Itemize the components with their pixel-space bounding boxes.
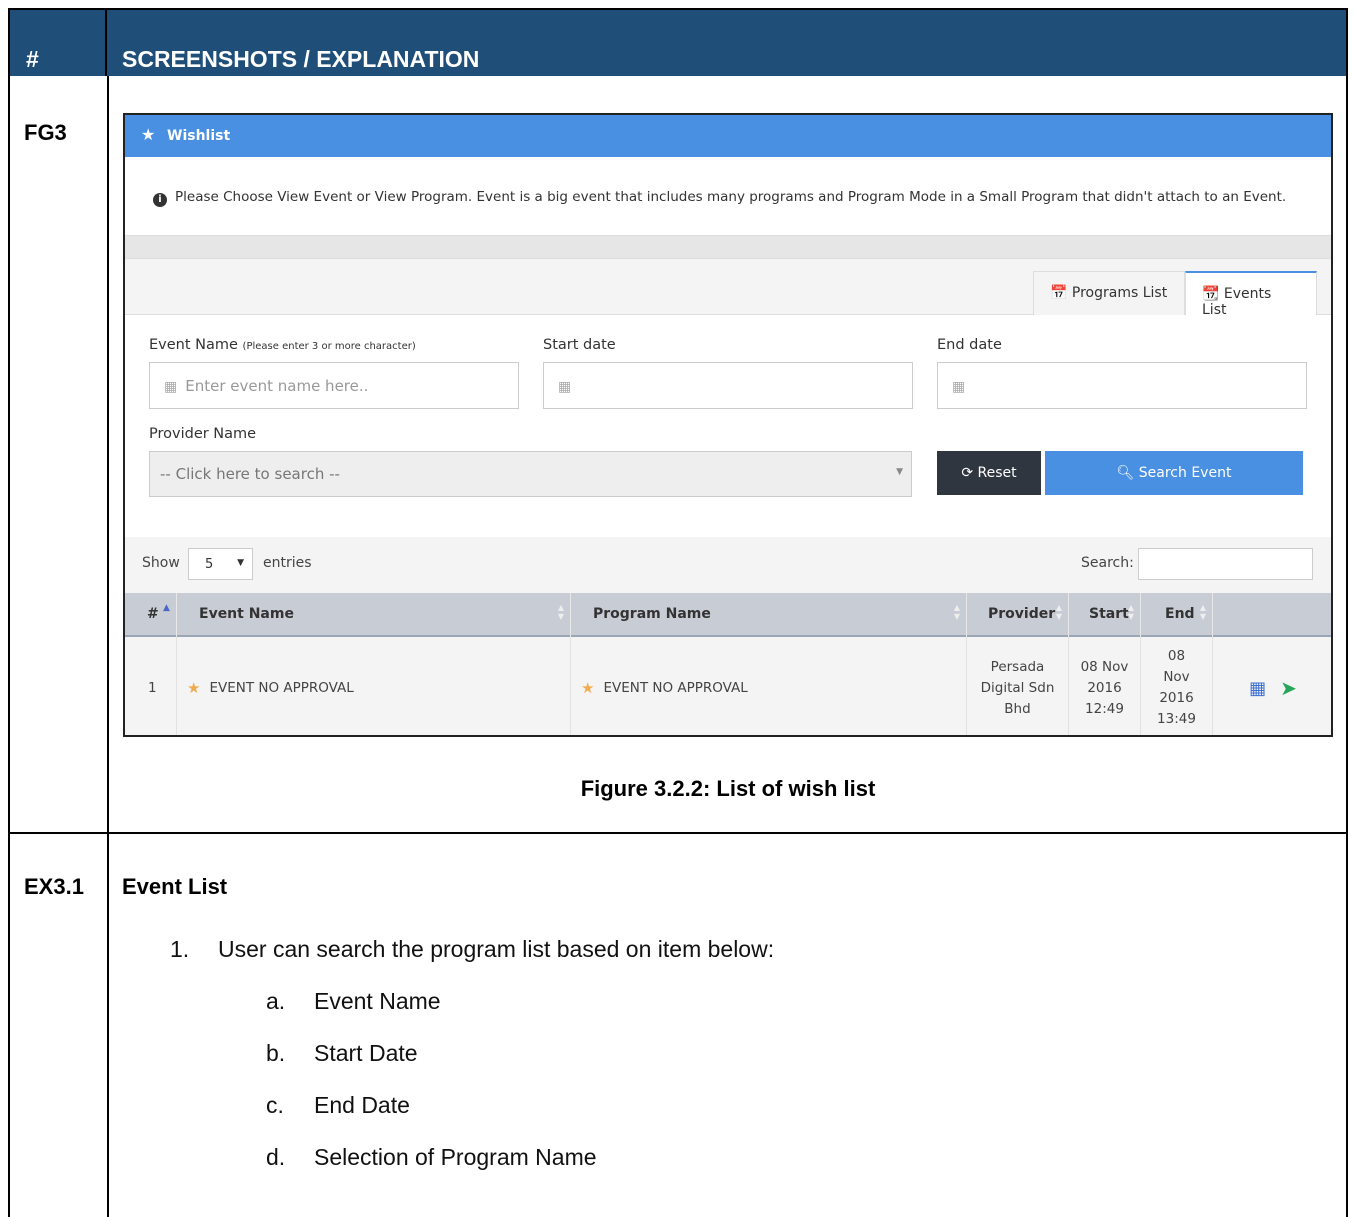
panel-header: ★ Wishlist	[125, 115, 1331, 157]
panel-title: Wishlist	[167, 128, 231, 144]
column-header-end[interactable]: End ▲ ▼	[1141, 593, 1213, 637]
entries-label: entries	[263, 555, 312, 571]
end-date-label: End date	[937, 337, 1002, 353]
column-header-number[interactable]: # ▲	[125, 593, 177, 637]
info-icon: i	[153, 193, 167, 207]
star-icon: ★	[581, 679, 595, 697]
calendar-icon: ▦	[558, 379, 572, 395]
tab-programs-list[interactable]: 📅 Programs List	[1033, 271, 1185, 316]
figure-caption: Figure 3.2.2: List of wish list	[580, 776, 876, 801]
cell-actions: ▦ ➤	[1213, 637, 1331, 735]
sub-list-marker: c.	[266, 1092, 284, 1118]
search-event-button[interactable]: 🔍︎ Search Event	[1045, 451, 1303, 495]
calendar-icon: 📅	[1050, 285, 1068, 301]
document-table: # SCREENSHOTS / EXPLANATION FG3 ★ Wishli…	[8, 8, 1348, 1217]
calendar-icon: ▦	[952, 379, 966, 395]
column-header-provider[interactable]: Provider ▲ ▼	[967, 593, 1069, 637]
sort-icon: ▲ ▼	[1127, 603, 1134, 621]
list-marker: 1.	[170, 936, 190, 962]
search-icon: 🔍︎	[1116, 465, 1135, 481]
wishlist-screenshot: ★ Wishlist i Please Choose View Event or …	[123, 113, 1333, 737]
cell-provider: Persada Digital Sdn Bhd	[967, 637, 1069, 735]
caret-down-icon: ▼	[237, 558, 244, 568]
cell-end: 08 Nov 2016 13:49	[1141, 637, 1213, 735]
tab-bar: 📅 Programs List 📆 Events List	[125, 259, 1331, 318]
refresh-icon: ⟳	[961, 465, 974, 481]
event-name-input[interactable]: ▦ Enter event name here..	[149, 362, 519, 409]
column-header-event-name[interactable]: Event Name ▲ ▼	[177, 593, 571, 637]
star-icon: ★	[141, 125, 156, 144]
show-label: Show	[142, 555, 180, 571]
sub-list-marker: b.	[266, 1040, 286, 1066]
header-title: SCREENSHOTS / EXPLANATION	[122, 46, 480, 72]
end-date-input[interactable]: ▦	[937, 362, 1307, 409]
sort-icon: ▲ ▼	[557, 603, 564, 621]
notice-text: Please Choose View Event or View Program…	[175, 189, 1287, 205]
sort-icon: ▲ ▼	[1199, 603, 1206, 621]
reset-button[interactable]: ⟳ Reset	[937, 451, 1041, 495]
sort-asc-icon: ▲	[163, 603, 170, 613]
provider-name-label: Provider Name	[149, 426, 257, 442]
datatable-controls: Show 5 ▼ entries Search:	[125, 537, 1331, 593]
list-item: User can search the program list based o…	[218, 936, 775, 962]
sub-list-item: Selection of Program Name	[314, 1144, 597, 1170]
sort-icon: ▲ ▼	[953, 603, 960, 621]
caret-down-icon: ▼	[896, 467, 903, 477]
calendar-icon[interactable]: ▦	[1249, 678, 1266, 699]
provider-select[interactable]: -- Click here to search -- ▼	[149, 451, 912, 497]
info-notice: i Please Choose View Event or View Progra…	[153, 189, 1286, 207]
sub-list-marker: d.	[266, 1144, 286, 1170]
column-header-start[interactable]: Start ▲ ▼	[1069, 593, 1141, 637]
cell-number: 1	[125, 637, 177, 735]
start-date-input[interactable]: ▦	[543, 362, 913, 409]
cell-event-name: ★ EVENT NO APPROVAL	[177, 637, 571, 735]
start-date-label: Start date	[543, 337, 616, 353]
calendar-icon: ▦	[164, 379, 178, 395]
row-id-ex3-1: EX3.1	[24, 874, 84, 899]
table-search-label: Search:	[1081, 555, 1134, 571]
calendar-grid-icon: 📆	[1202, 286, 1220, 302]
table-search-input[interactable]	[1138, 548, 1313, 580]
table-row: 1 ★ EVENT NO APPROVAL ★ EVENT NO APPROVA…	[125, 637, 1331, 735]
sub-list-item: Event Name	[314, 988, 441, 1014]
table-header: # SCREENSHOTS / EXPLANATION	[10, 10, 1346, 76]
header-number: #	[26, 46, 39, 72]
sub-list-item: Start Date	[314, 1040, 418, 1066]
cell-program-name: ★ EVENT NO APPROVAL	[571, 637, 967, 735]
star-icon: ★	[187, 679, 201, 697]
sub-list-item: End Date	[314, 1092, 410, 1118]
entries-length-select[interactable]: 5 ▼	[188, 548, 253, 580]
section-title: Event List	[122, 874, 228, 899]
event-name-label: Event Name (Please enter 3 or more chara…	[149, 337, 416, 353]
table-header-row: # ▲ Event Name ▲ ▼ Program Name ▲ ▼ Provid…	[125, 593, 1331, 637]
sub-list-marker: a.	[266, 988, 286, 1014]
send-icon[interactable]: ➤	[1280, 677, 1297, 699]
column-header-program-name[interactable]: Program Name ▲ ▼	[571, 593, 967, 637]
tab-events-list[interactable]: 📆 Events List	[1185, 271, 1317, 318]
event-name-hint: (Please enter 3 or more character)	[242, 341, 416, 352]
sort-icon: ▲ ▼	[1055, 603, 1062, 621]
cell-start: 08 Nov 2016 12:49	[1069, 637, 1141, 735]
row-id-fg3: FG3	[24, 120, 67, 145]
